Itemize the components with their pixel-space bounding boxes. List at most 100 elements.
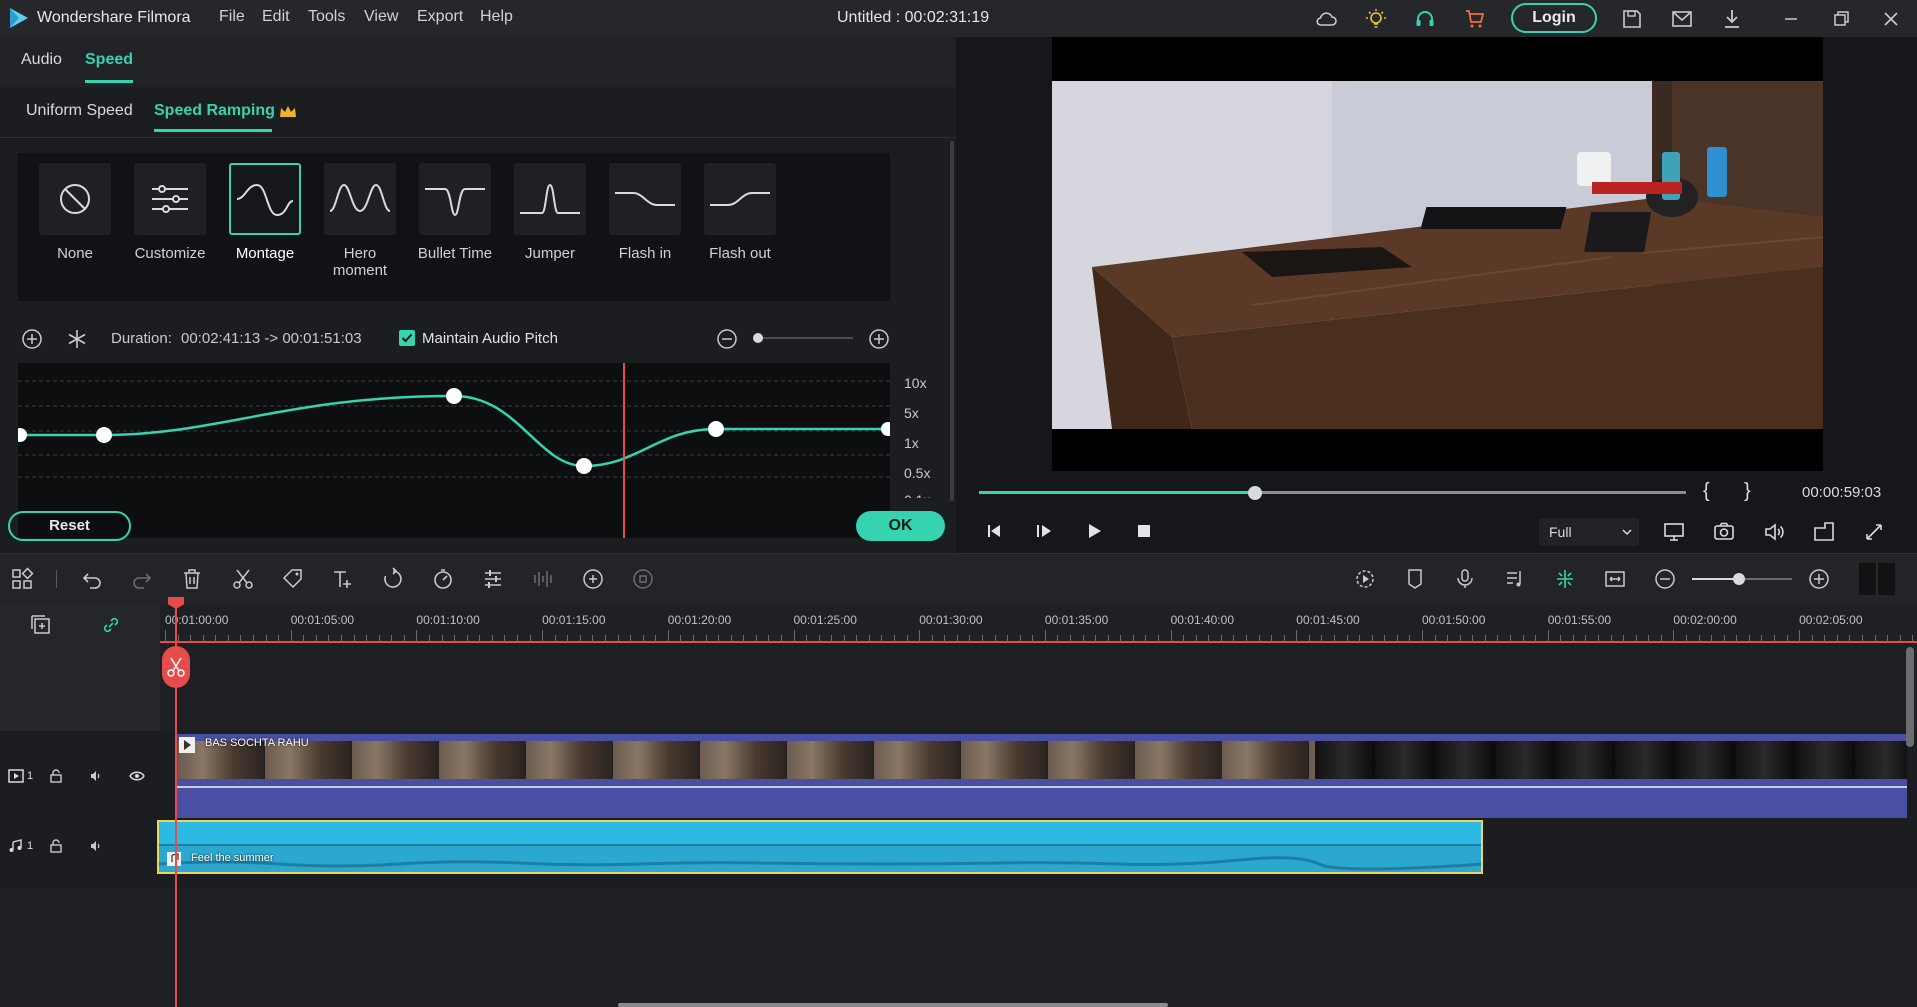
layout-icon[interactable] [10, 567, 34, 591]
mark-out-button[interactable]: } [1744, 480, 1751, 503]
audio-mixer-icon[interactable] [531, 567, 555, 591]
play-icon[interactable] [1084, 521, 1104, 541]
preset-bullet-time[interactable]: Bullet Time [415, 163, 495, 279]
ruler-tick-mark [1308, 635, 1310, 642]
freeze-frame-icon[interactable] [66, 328, 88, 350]
auto-reframe-icon[interactable] [631, 567, 655, 591]
ruler-tick-label: 00:01:15:00 [542, 613, 606, 627]
tab-speed[interactable]: Speed [85, 51, 133, 69]
redo-icon[interactable] [130, 567, 154, 591]
tag-icon[interactable] [281, 567, 305, 591]
zoom-in-icon[interactable] [868, 328, 890, 350]
microphone-icon[interactable] [1453, 567, 1477, 591]
volume-icon[interactable] [1762, 520, 1786, 544]
audio-lock-icon[interactable] [49, 839, 63, 853]
ruler-tick-mark [567, 635, 569, 642]
cut-icon[interactable] [231, 567, 255, 591]
bulb-icon[interactable] [1364, 7, 1388, 31]
cloud-icon[interactable] [1314, 7, 1338, 31]
tab-audio[interactable]: Audio [21, 51, 62, 69]
mail-icon[interactable] [1670, 7, 1694, 31]
clip-play-icon [179, 737, 195, 753]
zoom-out-icon[interactable] [716, 328, 738, 350]
panel-toggle[interactable] [1859, 563, 1895, 595]
fullscreen-icon[interactable] [1862, 520, 1886, 544]
pip-icon[interactable] [1812, 520, 1836, 544]
download-icon[interactable] [1720, 7, 1744, 31]
preset-customize[interactable]: Customize [130, 163, 210, 279]
snapshot-icon[interactable] [1712, 520, 1736, 544]
prev-frame-icon[interactable] [984, 521, 1004, 541]
preset-hero-moment[interactable]: Hero moment [320, 163, 400, 279]
audio-clip[interactable]: Feel the summer [157, 820, 1483, 874]
menu-edit[interactable]: Edit [262, 8, 290, 26]
eye-icon[interactable] [129, 769, 145, 783]
preset-none[interactable]: None [35, 163, 115, 279]
ok-button[interactable]: OK [856, 511, 945, 541]
video-clip[interactable]: BAS SOCHTA RAHU [175, 734, 1907, 818]
reset-button[interactable]: Reset [8, 511, 131, 541]
play-slow-icon[interactable] [1034, 521, 1054, 541]
ruler-tick-mark [1824, 635, 1826, 642]
menu-view[interactable]: View [364, 8, 398, 26]
panel-scrollbar[interactable] [950, 141, 954, 501]
delete-icon[interactable] [180, 567, 204, 591]
menu-export[interactable]: Export [417, 8, 463, 26]
adjust-icon[interactable] [481, 567, 505, 591]
video-preview[interactable] [1052, 37, 1823, 471]
time-ruler[interactable]: 00:01:00:00 00:01:05:00 00:01:10:00 00:01:1… [160, 603, 1917, 643]
speed-icon[interactable] [431, 567, 455, 591]
preset-flash-in[interactable]: Flash in [605, 163, 685, 279]
voiceover-list-icon[interactable] [1503, 567, 1527, 591]
speed-curve-graph[interactable] [18, 363, 890, 538]
menu-file[interactable]: File [219, 8, 245, 26]
preset-jumper[interactable]: Jumper [510, 163, 590, 279]
marker-icon[interactable] [1403, 567, 1427, 591]
restore-icon[interactable] [1829, 7, 1853, 31]
timeline-zoom-thumb[interactable] [1733, 573, 1745, 585]
add-keyframe-icon[interactable] [21, 328, 43, 350]
ruler-tick-mark [793, 630, 795, 642]
timeline-zoom-out-icon[interactable] [1653, 567, 1677, 591]
subtab-speed-ramping[interactable]: Speed Ramping [154, 102, 275, 120]
close-icon[interactable] [1879, 7, 1903, 31]
fit-timeline-icon[interactable] [1603, 567, 1627, 591]
menu-help[interactable]: Help [480, 8, 513, 26]
save-icon[interactable] [1620, 7, 1644, 31]
preview-player: { } 00:00:59:03 Full [956, 37, 1917, 553]
cart-icon[interactable] [1463, 7, 1487, 31]
lock-icon[interactable] [49, 769, 63, 783]
audio-mute-icon[interactable] [89, 839, 103, 853]
stop-icon[interactable] [1134, 521, 1154, 541]
text-icon[interactable] [331, 567, 355, 591]
login-button[interactable]: Login [1511, 3, 1597, 33]
preset-flash-out[interactable]: Flash out [700, 163, 780, 279]
zoom-slider-track[interactable] [757, 337, 853, 339]
quality-select[interactable]: Full [1539, 518, 1639, 546]
vertical-scrollbar[interactable] [1906, 647, 1914, 747]
zoom-slider-thumb[interactable] [753, 333, 763, 343]
render-icon[interactable] [1353, 567, 1377, 591]
progress-thumb[interactable] [1247, 486, 1262, 500]
split-marker[interactable] [162, 646, 190, 688]
snap-icon[interactable] [1553, 567, 1577, 591]
rotate-icon[interactable] [381, 567, 405, 591]
add-track-icon[interactable] [30, 614, 52, 636]
maintain-pitch-checkbox[interactable] [399, 330, 415, 346]
link-icon[interactable] [100, 614, 122, 636]
color-match-icon[interactable] [581, 567, 605, 591]
menu-tools[interactable]: Tools [308, 8, 345, 26]
minimize-icon[interactable] [1779, 7, 1803, 31]
subtab-uniform-speed[interactable]: Uniform Speed [26, 102, 133, 120]
ruler-tick-mark [265, 635, 267, 642]
display-icon[interactable] [1662, 520, 1686, 544]
horizontal-scrollbar[interactable] [618, 1003, 1168, 1007]
ruler-tick-mark [831, 635, 833, 642]
undo-icon[interactable] [80, 567, 104, 591]
mute-icon[interactable] [89, 769, 103, 783]
flash-in-icon [609, 163, 681, 235]
mark-in-button[interactable]: { [1703, 480, 1710, 503]
preset-montage[interactable]: Montage [225, 163, 305, 279]
timeline-zoom-in-icon[interactable] [1807, 567, 1831, 591]
headset-icon[interactable] [1413, 7, 1437, 31]
